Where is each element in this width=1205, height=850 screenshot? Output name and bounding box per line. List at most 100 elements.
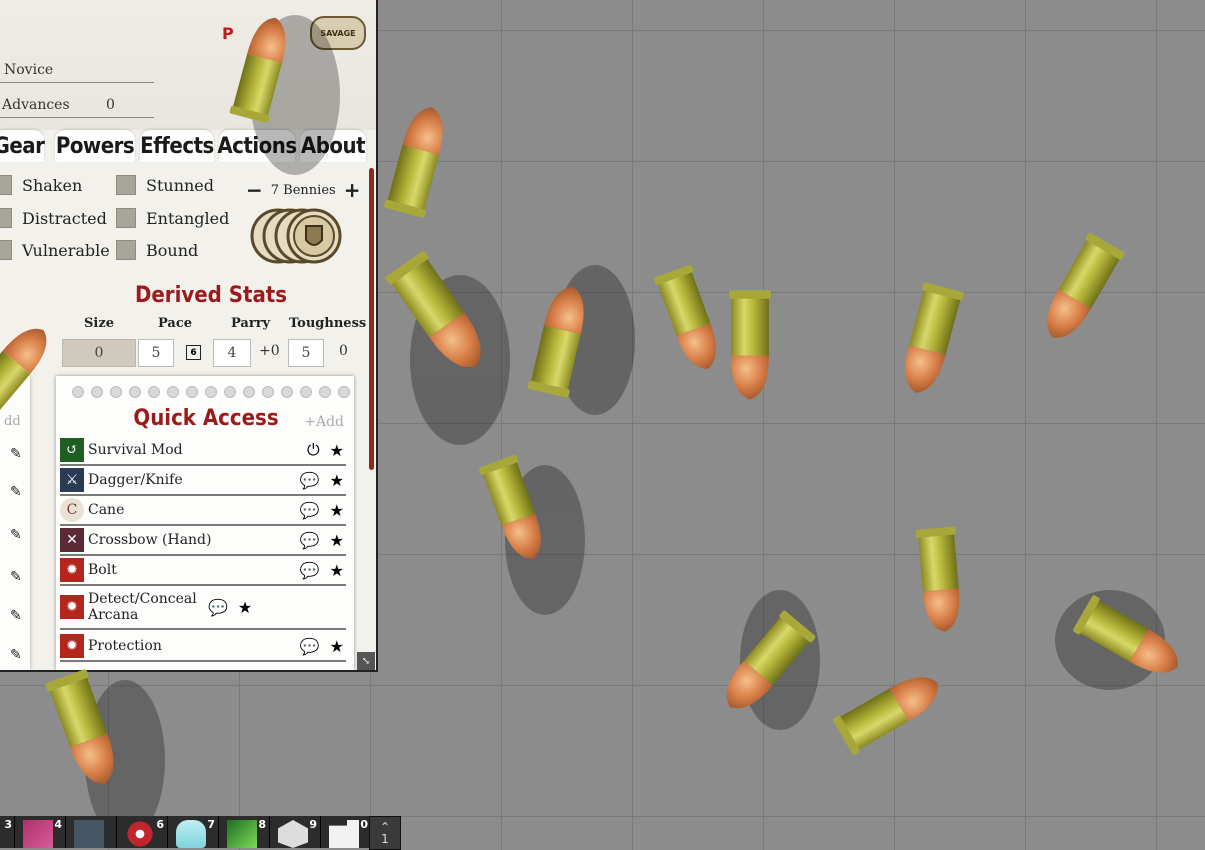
stunned-label: Stunned	[146, 175, 215, 195]
advances-label: Advances	[2, 97, 70, 113]
left-panel-add[interactable]: dd	[4, 414, 21, 429]
survival-macro-icon	[227, 820, 257, 848]
distracted-checkbox[interactable]	[0, 208, 12, 228]
hotbar-slot-number: 9	[309, 818, 317, 831]
tab-gear[interactable]: Gear	[0, 130, 45, 162]
macro-pink-icon	[23, 820, 53, 848]
target-icon	[125, 820, 155, 848]
entangled-checkbox[interactable]	[116, 208, 136, 228]
survival-icon: ↺	[60, 438, 84, 462]
rank-value: Novice	[4, 62, 54, 78]
resize-handle-icon[interactable]: ⤡	[357, 652, 375, 670]
edit-icon[interactable]: ✎	[10, 608, 22, 624]
quick-access-item[interactable]: ↺ Survival Mod ⏻ ★	[60, 436, 346, 466]
ghost-icon	[176, 820, 206, 848]
toughness-value[interactable]: 5	[288, 339, 324, 367]
chat-icon[interactable]: 💬	[300, 471, 320, 490]
left-panel-partial: dd ✎ ✎ ✎ ✎ ✎ ✎	[0, 376, 30, 670]
quick-access-item-label: Bolt	[88, 562, 117, 578]
status-vulnerable[interactable]: Vulnerable	[0, 240, 110, 260]
tab-actions[interactable]: Actions	[217, 130, 297, 162]
parry-value[interactable]: 4	[213, 339, 251, 367]
quick-access-item[interactable]: C Cane 💬 ★	[60, 496, 346, 526]
toughness-label: Toughness	[289, 316, 367, 331]
distracted-label: Distracted	[22, 208, 107, 228]
edit-icon[interactable]: ✎	[10, 484, 22, 500]
edit-icon[interactable]: ✎	[10, 647, 22, 663]
star-icon[interactable]: ★	[238, 598, 252, 617]
bennies-coins-icon[interactable]	[248, 206, 348, 266]
quick-access-panel: Quick Access +Add ↺ Survival Mod ⏻ ★ ⚔ Da…	[56, 376, 354, 670]
star-icon[interactable]: ★	[330, 561, 344, 580]
star-icon[interactable]: ★	[330, 441, 344, 460]
quick-access-item[interactable]: ✹ Detect/Conceal Arcana 💬 ★	[60, 586, 346, 630]
pace-value[interactable]: 5	[138, 339, 174, 367]
bennies-count: 7 Bennies	[270, 182, 336, 198]
chat-icon[interactable]: 💬	[300, 531, 320, 550]
status-shaken[interactable]: Shaken	[0, 175, 82, 195]
chat-icon[interactable]: 💬	[300, 637, 320, 656]
dice-icon	[278, 820, 308, 848]
castle-icon	[329, 820, 359, 848]
hotbar-slot-number: 6	[156, 818, 164, 831]
hotbar-slot-number: 4	[54, 818, 62, 831]
hotbar-slot[interactable]: 6	[117, 816, 168, 848]
chat-icon[interactable]: 💬	[300, 501, 320, 520]
hotbar-slot[interactable]	[66, 816, 117, 848]
hotbar-slot[interactable]: 0	[321, 816, 372, 848]
star-icon[interactable]: ★	[330, 531, 344, 550]
hotbar-slot[interactable]: 9	[270, 816, 321, 848]
quick-access-add-button[interactable]: +Add	[304, 414, 344, 430]
star-icon[interactable]: ★	[330, 471, 344, 490]
edit-icon[interactable]: ✎	[10, 446, 22, 462]
chat-icon[interactable]: 💬	[208, 598, 228, 617]
quick-access-item-label: Detect/Conceal Arcana	[88, 591, 197, 623]
status-distracted[interactable]: Distracted	[0, 208, 107, 228]
quick-access-item[interactable]: ✕ Crossbow (Hand) 💬 ★	[60, 526, 346, 556]
bolt-icon: ✹	[60, 558, 84, 582]
size-value[interactable]: 0	[62, 339, 136, 367]
tab-about[interactable]: About	[300, 130, 366, 162]
macro-hotbar: 3 4 6 7 8 9 0	[0, 816, 372, 848]
edit-icon[interactable]: ✎	[10, 569, 22, 585]
savage-worlds-logo: P SAVAGE	[222, 14, 366, 50]
quick-access-item[interactable]: ✹ Protection 💬 ★	[60, 632, 346, 662]
vulnerable-checkbox[interactable]	[0, 240, 12, 260]
hotbar-slot-number: 0	[360, 818, 368, 831]
hotbar-slot[interactable]: 4	[15, 816, 66, 848]
bennies-minus-button[interactable]: −	[246, 178, 263, 202]
toughness-armor: 0	[339, 343, 348, 359]
pace-die-icon[interactable]: 6	[186, 345, 201, 360]
status-bound[interactable]: Bound	[116, 240, 198, 260]
quick-access-item-label: Protection	[88, 638, 162, 654]
power-icon[interactable]: ⏻	[307, 440, 320, 460]
status-stunned[interactable]: Stunned	[116, 175, 214, 195]
dagger-icon: ⚔	[60, 468, 84, 492]
sheet-scrollbar[interactable]	[369, 168, 374, 470]
vulnerable-label: Vulnerable	[22, 240, 110, 260]
status-entangled[interactable]: Entangled	[116, 208, 229, 228]
advances-value[interactable]: 0	[106, 97, 115, 113]
edit-icon[interactable]: ✎	[10, 527, 22, 543]
star-icon[interactable]: ★	[330, 501, 344, 520]
crossbow-icon: ✕	[60, 528, 84, 552]
tab-effects[interactable]: Effects	[140, 130, 214, 162]
stunned-checkbox[interactable]	[116, 175, 136, 195]
parry-label: Parry	[231, 316, 271, 331]
hotbar-slot-number: 3	[4, 818, 12, 831]
protection-icon: ✹	[60, 634, 84, 658]
bennies-plus-button[interactable]: +	[344, 178, 361, 202]
hotbar-slot[interactable]: 8	[219, 816, 270, 848]
star-icon[interactable]: ★	[330, 637, 344, 656]
chat-icon[interactable]: 💬	[300, 561, 320, 580]
tab-powers[interactable]: Powers	[55, 130, 135, 162]
quick-access-item[interactable]: ⚔ Dagger/Knife 💬 ★	[60, 466, 346, 496]
sheet-tabs: Gear Powers Effects Actions About	[0, 128, 376, 164]
hotbar-slot[interactable]: 3	[0, 816, 15, 848]
hotbar-page-button[interactable]: ⌃ 1	[369, 816, 401, 850]
bound-checkbox[interactable]	[116, 240, 136, 260]
hotbar-slot[interactable]: 7	[168, 816, 219, 848]
shaken-checkbox[interactable]	[0, 175, 12, 195]
size-label: Size	[84, 316, 114, 331]
quick-access-item[interactable]: ✹ Bolt 💬 ★	[60, 556, 346, 586]
